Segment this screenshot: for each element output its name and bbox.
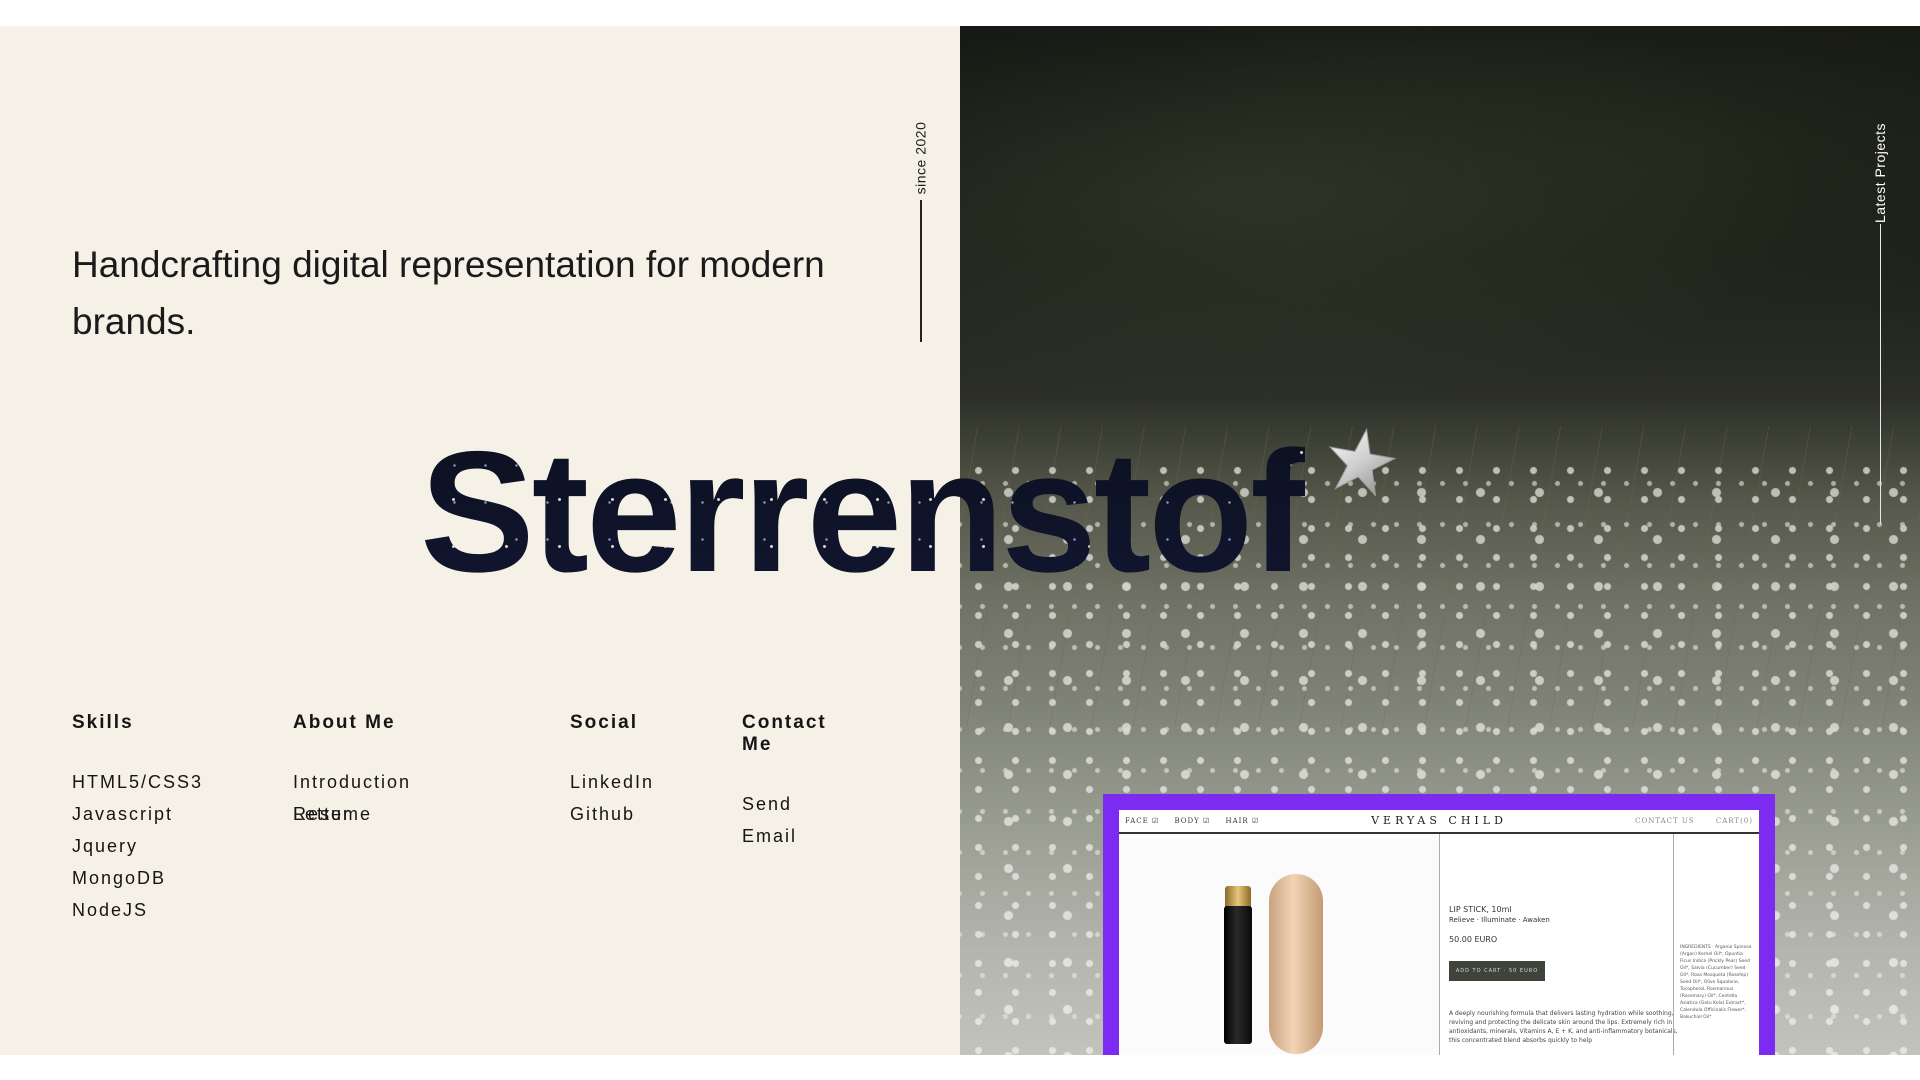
product-image (1119, 834, 1440, 1055)
github-link[interactable]: Github (570, 804, 635, 824)
contact-column: Contact Me Send Email (742, 712, 827, 846)
list-item: MongoDB (72, 868, 167, 888)
list-item: HTML5/CSS3 (72, 772, 204, 792)
nav-cart: CART(0) (1715, 817, 1753, 825)
social-heading: Social (570, 712, 638, 733)
add-to-cart-button: ADD TO CART · 50 EURO (1449, 961, 1545, 981)
nav-contact: CONTACT US (1635, 817, 1695, 825)
star-icon (1328, 427, 1396, 496)
latest-projects-divider (1880, 224, 1881, 524)
about-list: Introduction Letter Resume (293, 766, 411, 830)
contact-heading: Contact Me (742, 712, 827, 755)
product-ingredients: INGREDIENTS · Argania Spinosa (Argan) Ke… (1673, 834, 1759, 1055)
brand-title: Sterrenstof (420, 416, 1305, 608)
tagline: Handcrafting digital representation for … (72, 244, 825, 342)
since-label: since 2020 (908, 108, 932, 208)
latest-projects-label[interactable]: Latest Projects (1868, 108, 1892, 238)
page: since 2020 Handcrafting digital represen… (0, 26, 1920, 1055)
product-price: 50.00 EURO (1449, 935, 1498, 944)
product-subtitle: Relieve · Illuminate · Awaken (1449, 916, 1550, 924)
project-nav: FACE ☑ BODY ☑ HAIR ☑ VERYAS CHILD CONTAC… (1119, 810, 1759, 834)
since-text: since 2020 (912, 121, 928, 195)
contact-list: Send Email (742, 788, 827, 846)
since-divider (920, 200, 922, 342)
product-info: LIP STICK, 10ml Relieve · Illuminate · A… (1449, 904, 1679, 1045)
latest-project-card[interactable]: FACE ☑ BODY ☑ HAIR ☑ VERYAS CHILD CONTAC… (1103, 794, 1775, 1055)
list-item: Javascript (72, 804, 174, 824)
social-list: LinkedIn Github (570, 766, 654, 830)
product-description: A deeply nourishing formula that deliver… (1449, 1010, 1678, 1044)
resume-link[interactable]: Resume (293, 804, 372, 824)
product-title: LIP STICK, 10ml (1449, 905, 1512, 914)
skills-column: Skills HTML5/CSS3 Javascript Jquery Mong… (72, 712, 203, 926)
about-heading: About Me (293, 712, 396, 733)
project-screenshot: FACE ☑ BODY ☑ HAIR ☑ VERYAS CHILD CONTAC… (1119, 810, 1759, 1055)
latest-projects-text: Latest Projects (1872, 122, 1889, 224)
list-item: NodeJS (72, 900, 149, 920)
skills-heading: Skills (72, 712, 134, 733)
about-column: About Me Introduction Letter Resume (293, 712, 411, 830)
social-column: Social LinkedIn Github (570, 712, 654, 830)
list-item: Jquery (72, 836, 139, 856)
send-email-link[interactable]: Send Email (742, 794, 797, 846)
linkedin-link[interactable]: LinkedIn (570, 772, 654, 792)
skills-list: HTML5/CSS3 Javascript Jquery MongoDB Nod… (72, 766, 203, 926)
